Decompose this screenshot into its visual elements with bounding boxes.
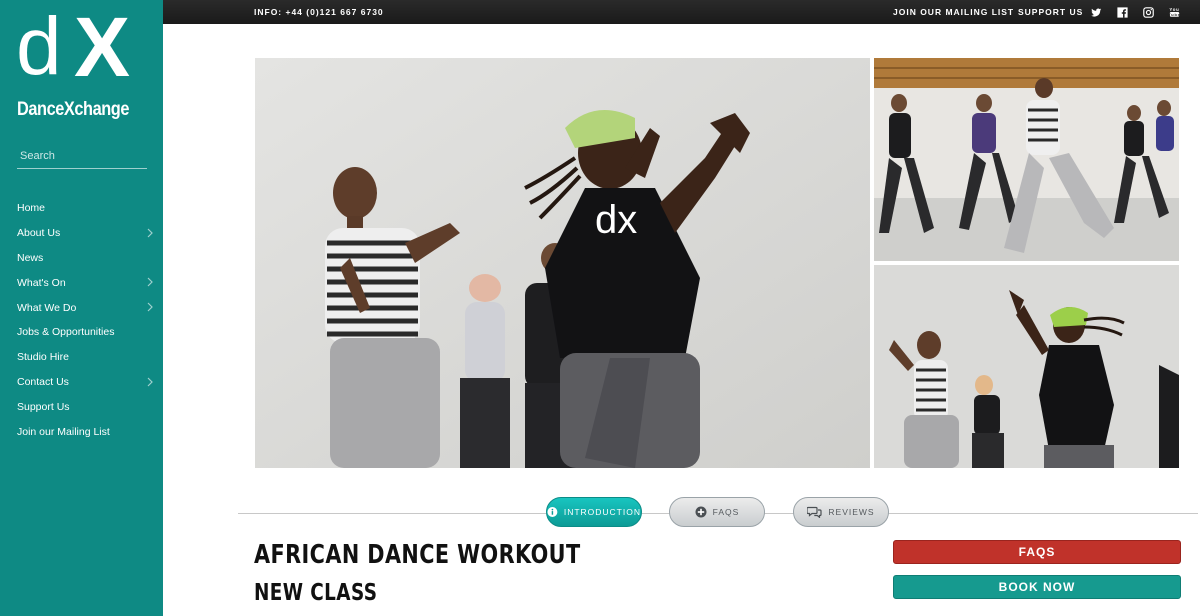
nav-item-label: Jobs & Opportunities xyxy=(17,326,115,339)
chevron-right-icon[interactable] xyxy=(145,228,155,238)
nav-item-whats-on[interactable]: What's On xyxy=(0,270,163,295)
nav-item-label: Home xyxy=(17,202,46,215)
main-nav: Home About Us News What's On What We Do … xyxy=(0,196,163,444)
svg-text:dx: dx xyxy=(595,198,637,242)
logo-letter-d: d xyxy=(16,1,62,92)
faqs-button[interactable]: FAQS xyxy=(893,540,1181,564)
instagram-icon[interactable] xyxy=(1141,5,1155,19)
nav-item-label: Contact Us xyxy=(17,375,69,388)
info-icon xyxy=(547,507,558,517)
chevron-right-icon[interactable] xyxy=(145,277,155,287)
dancexchange-logo[interactable]: d X xyxy=(16,0,136,96)
chevron-right-icon[interactable] xyxy=(145,302,155,312)
nav-item-news[interactable]: News xyxy=(0,246,163,271)
nav-item-jobs[interactable]: Jobs & Opportunities xyxy=(0,320,163,345)
logo-letter-x: X xyxy=(74,0,131,94)
tab-introduction[interactable]: INTRODUCTION xyxy=(546,497,642,527)
tab-label: INTRODUCTION xyxy=(563,507,641,517)
nav-item-contact-us[interactable]: Contact Us xyxy=(0,370,163,395)
book-now-button[interactable]: BOOK NOW xyxy=(893,575,1181,599)
dance-workout-photo[interactable] xyxy=(874,265,1179,468)
sidebar: d X DanceXchange Home About Us News What… xyxy=(0,0,163,616)
nav-item-label: About Us xyxy=(17,227,61,240)
youtube-icon[interactable]: You Tube xyxy=(1167,5,1181,19)
search-input[interactable] xyxy=(17,143,147,169)
chevron-right-icon[interactable] xyxy=(145,377,155,387)
svg-text:Tube: Tube xyxy=(1169,12,1180,17)
facebook-icon[interactable] xyxy=(1115,5,1129,19)
nav-item-label: Support Us xyxy=(17,400,70,413)
nav-item-label: Join our Mailing List xyxy=(17,425,110,438)
tab-label: REVIEWS xyxy=(828,507,875,517)
nav-item-label: Studio Hire xyxy=(17,351,69,364)
main-dance-photo[interactable]: dx xyxy=(255,58,870,468)
contact-phone[interactable]: INFO: +44 (0)121 667 6730 xyxy=(254,7,384,17)
nav-item-mailing-list[interactable]: Join our Mailing List xyxy=(0,419,163,444)
plus-icon xyxy=(695,506,707,518)
nav-item-label: News xyxy=(17,251,44,264)
join-mailing-list-link[interactable]: JOIN OUR MAILING LIST xyxy=(893,7,1014,17)
studio-dancers-photo[interactable] xyxy=(874,58,1179,261)
tab-faqs[interactable]: FAQS xyxy=(669,497,765,527)
nav-item-studio-hire[interactable]: Studio Hire xyxy=(0,345,163,370)
nav-item-what-we-do[interactable]: What We Do xyxy=(0,295,163,320)
speech-bubbles-icon xyxy=(807,506,822,518)
event-title: AFRICAN DANCE WORKOUT xyxy=(254,540,581,570)
support-us-link[interactable]: SUPPORT US xyxy=(1018,7,1083,17)
workout-class-image xyxy=(874,265,1179,468)
nav-item-support-us[interactable]: Support Us xyxy=(0,394,163,419)
nav-item-about-us[interactable]: About Us xyxy=(0,221,163,246)
event-subtitle: NEW CLASS xyxy=(254,580,378,606)
brand-name[interactable]: DanceXchange xyxy=(17,99,129,121)
top-bar: INFO: +44 (0)121 667 6730 JOIN OUR MAILI… xyxy=(163,0,1200,24)
dance-class-image: dx xyxy=(255,58,870,468)
nav-item-label: What We Do xyxy=(17,301,77,314)
tab-label: FAQS xyxy=(712,507,740,517)
nav-item-home[interactable]: Home xyxy=(0,196,163,221)
twitter-icon[interactable] xyxy=(1089,5,1103,19)
tab-reviews[interactable]: REVIEWS xyxy=(793,497,889,527)
studio-class-image xyxy=(874,58,1179,261)
nav-item-label: What's On xyxy=(17,276,66,289)
